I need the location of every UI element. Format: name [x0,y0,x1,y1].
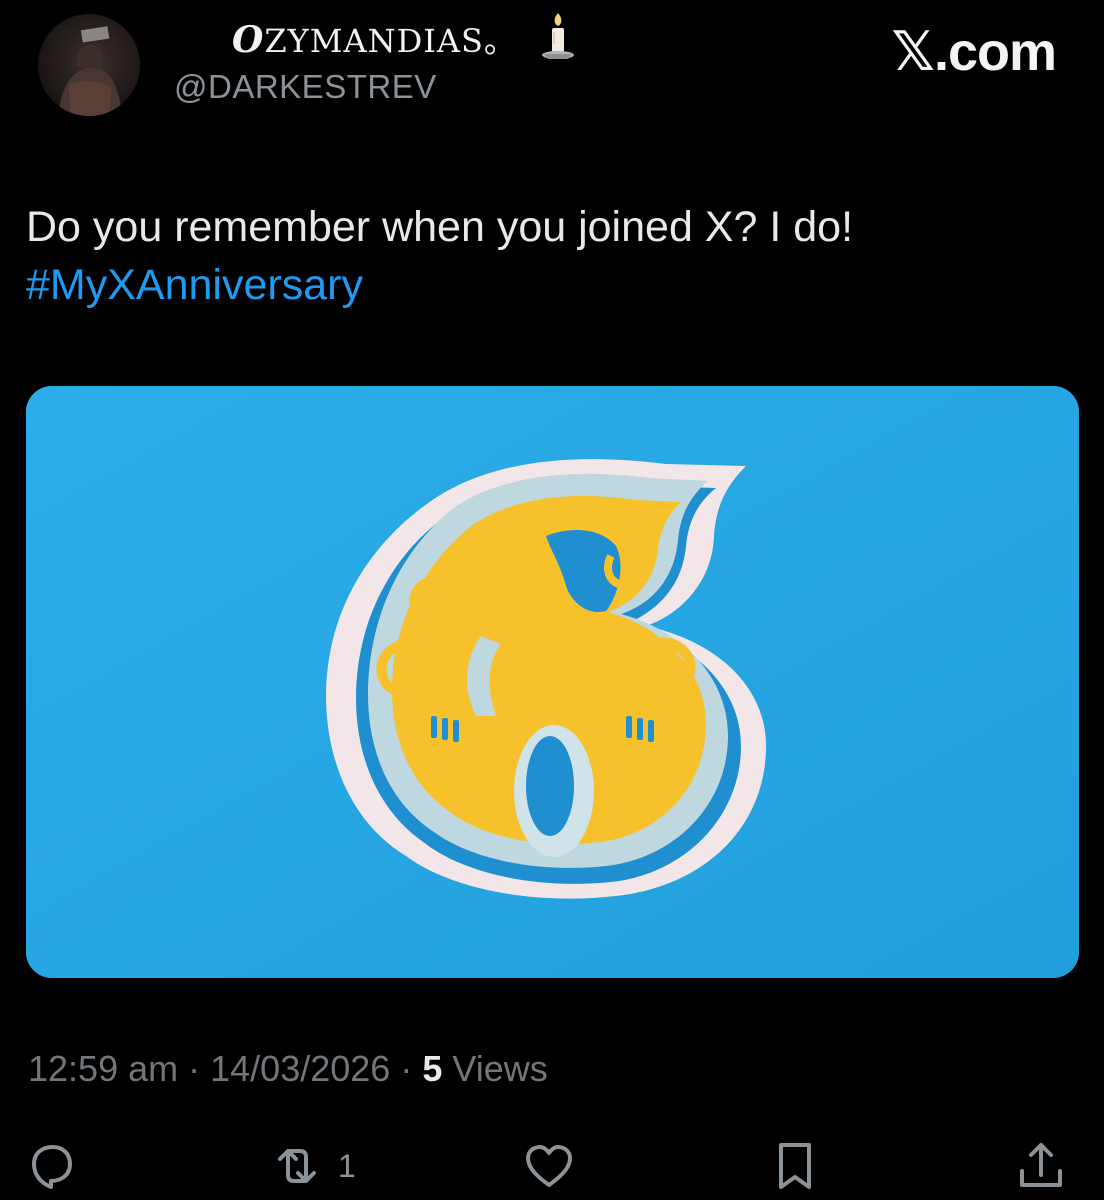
post-text: Do you remember when you joined X? I do!… [26,198,1074,314]
meta-separator: · [188,1048,201,1089]
reply-icon [32,1145,72,1189]
share-button[interactable] [1014,1140,1068,1192]
post-date[interactable]: 14/03/2026 [210,1048,390,1089]
avatar-image [58,26,122,116]
repost-button[interactable]: 1 [270,1140,356,1192]
author-handle[interactable]: @DARKESTREV [174,68,437,106]
heart-icon [526,1145,572,1187]
views-count: 5 [422,1048,443,1089]
post-media-image[interactable] [26,386,1079,978]
bookmark-button[interactable] [768,1140,822,1192]
post-time[interactable]: 12:59 am [28,1048,178,1089]
hashtag-link[interactable]: #MyXAnniversary [26,256,1074,314]
meta-separator: · [400,1048,413,1089]
post-body: Do you remember when you joined X? I do! [26,203,854,251]
action-bar: 1 [0,1130,1104,1200]
repost-count: 1 [338,1147,356,1184]
candle-icon [542,13,574,59]
post-meta: 12:59 am · 14/03/2026 · 5 Views [28,1048,548,1090]
repost-icon [278,1149,316,1183]
paper-cut-number-six-artwork [26,386,1079,978]
share-icon [1020,1143,1062,1187]
views-label: Views [452,1048,548,1089]
avatar[interactable] [38,14,140,116]
bookmark-icon [779,1143,811,1189]
reply-button[interactable] [24,1140,78,1192]
brand-logo: 𝕏.com [891,22,1057,82]
display-name[interactable]: OZYMANDIAS。 [232,16,517,62]
like-button[interactable] [522,1140,576,1192]
